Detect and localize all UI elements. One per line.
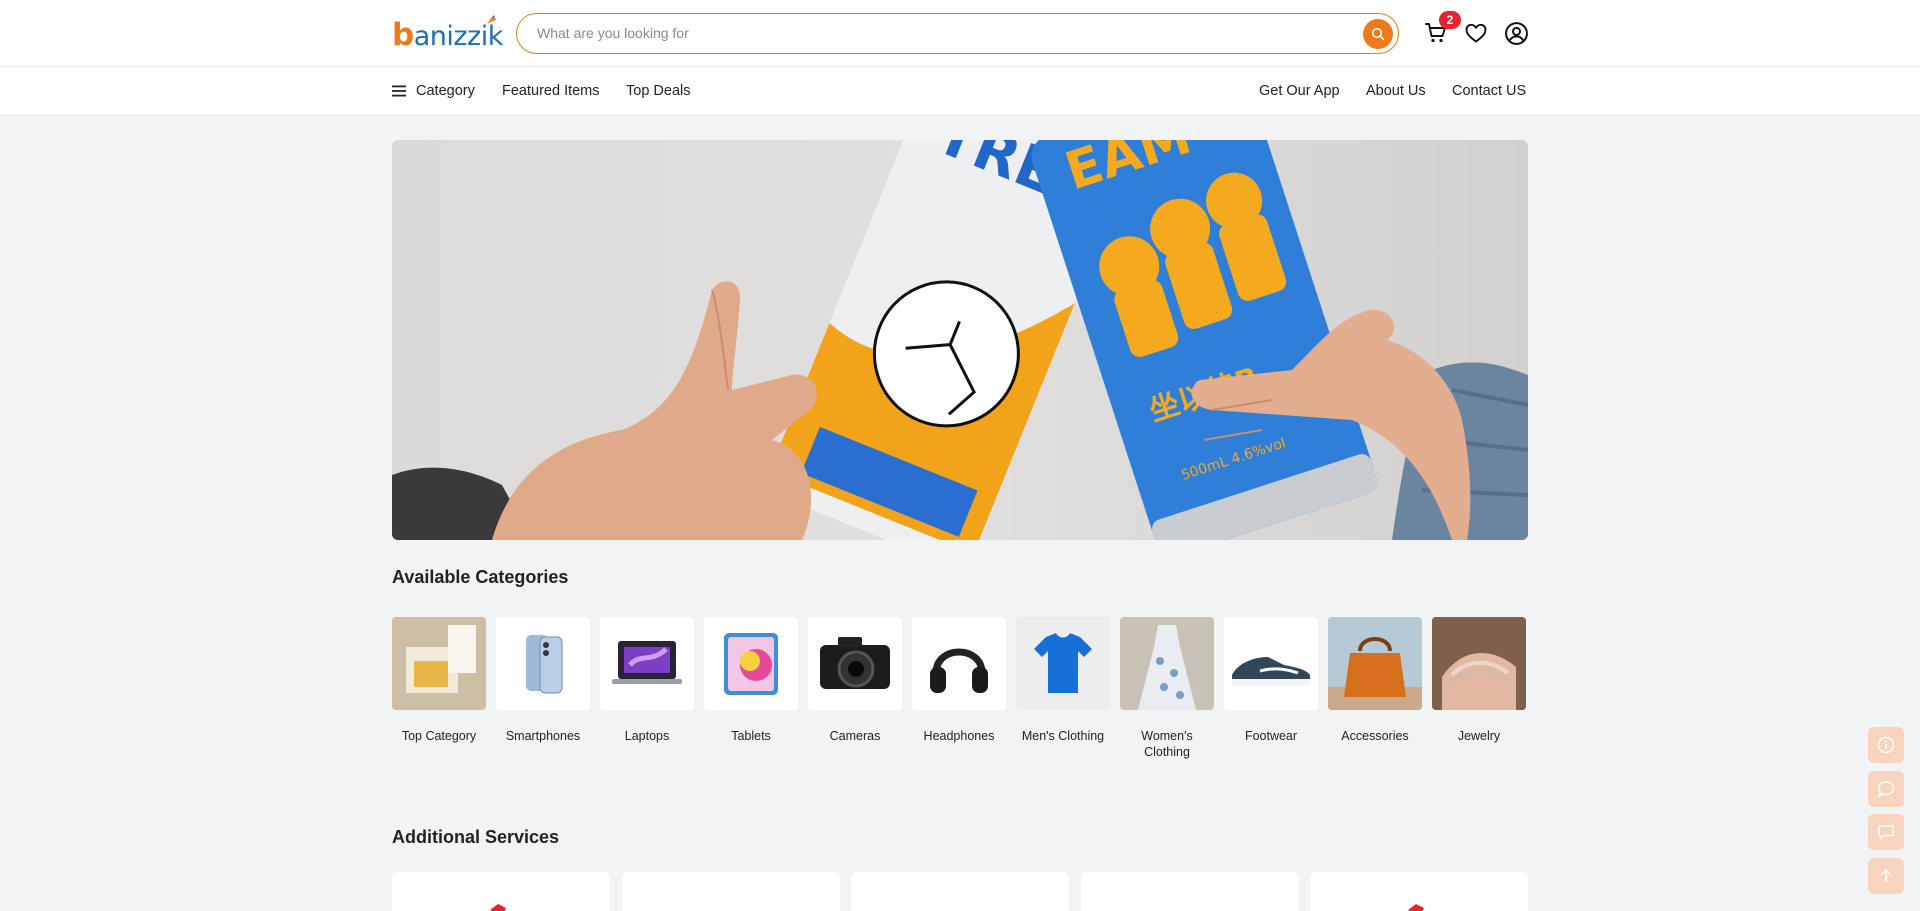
service-card[interactable] [1310, 872, 1528, 911]
search-input[interactable] [537, 14, 1337, 52]
chat-icon [1877, 781, 1895, 798]
top-category-image [392, 617, 486, 710]
dress-image [1120, 617, 1214, 710]
info-icon [1877, 736, 1895, 754]
available-categories-title: Available Categories [392, 567, 569, 587]
logo-bird-icon [487, 15, 497, 24]
category-thumb [808, 617, 902, 710]
category-label: Women's Clothing [1141, 729, 1193, 759]
category-label: Men's Clothing [1021, 729, 1105, 743]
category-thumb [600, 617, 694, 710]
nav-featured-items[interactable]: Featured Items [502, 67, 600, 115]
category-item-headphones[interactable]: Headphones [912, 617, 1006, 744]
heart-icon [1465, 23, 1487, 43]
category-label: Accessories [1341, 729, 1409, 743]
category-label: Smartphones [505, 729, 581, 743]
nav-get-our-app[interactable]: Get Our App [1259, 67, 1340, 115]
menu-icon [392, 85, 406, 97]
category-item-jewelry[interactable]: Jewelry [1432, 617, 1526, 744]
handbag-image [1328, 617, 1422, 710]
category-label: Top Category [401, 729, 477, 743]
laptop-image [612, 641, 682, 684]
hero-image: TREAM B HAMI MELO EAM 坐以待B 500mL 4.6%vol [392, 140, 1528, 540]
account-button[interactable] [1503, 20, 1529, 46]
category-thumb [1120, 617, 1214, 710]
jewelry-image [1432, 617, 1526, 710]
category-label: Footwear [1244, 729, 1298, 743]
account-icon [1504, 21, 1528, 45]
nav-about-us[interactable]: About Us [1366, 67, 1426, 115]
nav-top-deals[interactable]: Top Deals [626, 67, 690, 115]
hero-banner[interactable]: TREAM B HAMI MELO EAM 坐以待B 500mL 4.6%vol [392, 140, 1528, 540]
search-bar [516, 13, 1399, 54]
category-thumb [912, 617, 1006, 710]
search-button[interactable] [1363, 19, 1393, 49]
arrow-up-icon [1880, 868, 1892, 882]
chat-button[interactable] [1868, 771, 1904, 807]
top-header: banizzik 2 [0, 0, 1920, 67]
category-thumb [1432, 617, 1526, 710]
smartphone-image [526, 635, 563, 694]
category-label: Cameras [829, 729, 881, 743]
category-label: Jewelry [1457, 729, 1501, 743]
logo-initial: b [392, 17, 414, 53]
service-icon [490, 904, 506, 911]
category-item-top-category[interactable]: Top Category [392, 617, 486, 744]
service-icon [1408, 904, 1424, 911]
message-icon [1878, 825, 1894, 840]
search-icon [1371, 27, 1385, 41]
category-item-mens-clothing[interactable]: Men's Clothing [1016, 617, 1110, 744]
category-thumb [1328, 617, 1422, 710]
category-thumb [392, 617, 486, 710]
wishlist-button[interactable] [1463, 20, 1489, 46]
category-item-cameras[interactable]: Cameras [808, 617, 902, 744]
sneaker-image [1232, 657, 1310, 685]
camera-image [820, 637, 890, 689]
nav-category[interactable]: Category [392, 67, 475, 115]
scroll-top-button[interactable] [1868, 858, 1904, 894]
brand-logo[interactable]: banizzik [392, 15, 503, 53]
service-card[interactable] [392, 872, 610, 911]
category-item-smartphones[interactable]: Smartphones [496, 617, 590, 744]
tablet-image [724, 633, 778, 695]
service-card[interactable] [851, 872, 1069, 911]
category-label: Headphones [923, 729, 995, 743]
headphones-image [930, 648, 988, 693]
tshirt-image [1034, 633, 1092, 693]
info-button[interactable] [1868, 727, 1904, 763]
service-card[interactable] [1081, 872, 1299, 911]
category-item-tablets[interactable]: Tablets [704, 617, 798, 744]
category-thumb [496, 617, 590, 710]
category-item-laptops[interactable]: Laptops [600, 617, 694, 744]
category-thumb [1016, 617, 1110, 710]
category-item-womens-clothing[interactable]: Women's Clothing [1120, 617, 1214, 760]
category-thumb [704, 617, 798, 710]
category-label: Laptops [624, 729, 670, 743]
message-button[interactable] [1868, 814, 1904, 850]
service-card[interactable] [622, 872, 840, 911]
cart-count-badge: 2 [1439, 11, 1461, 29]
nav-category-label: Category [416, 83, 475, 99]
additional-services-title: Additional Services [392, 827, 560, 847]
category-thumb [1224, 617, 1318, 710]
category-item-accessories[interactable]: Accessories [1328, 617, 1422, 744]
nav-contact-us[interactable]: Contact US [1452, 67, 1526, 115]
category-item-footwear[interactable]: Footwear [1224, 617, 1318, 744]
category-label: Tablets [731, 729, 771, 743]
main-navbar: Category Featured Items Top Deals Get Ou… [0, 67, 1920, 116]
